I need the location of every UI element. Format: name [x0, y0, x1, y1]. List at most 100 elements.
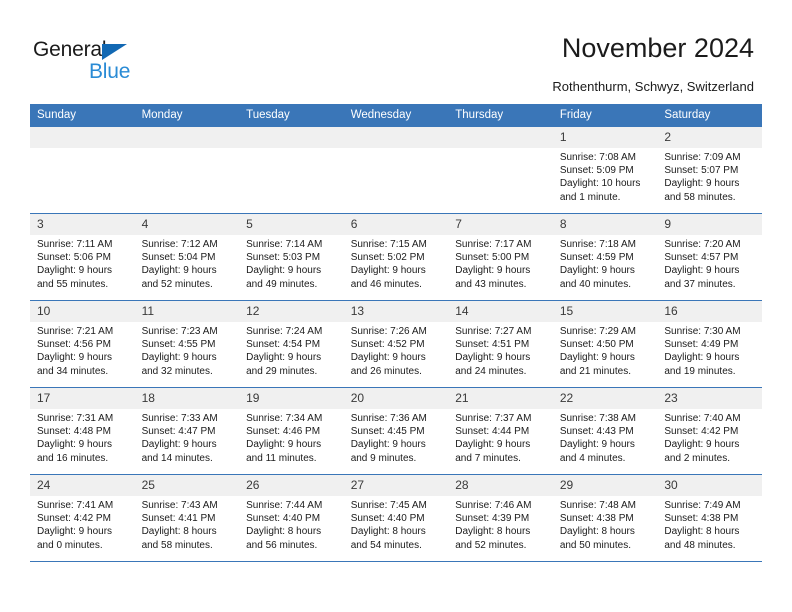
- daylight-text: Daylight: 9 hours and 0 minutes.: [37, 526, 113, 551]
- day-sun-info: Sunrise: 7:43 AM Sunset: 4:41 PM Daylight:…: [135, 496, 240, 552]
- day-number: 16: [657, 301, 762, 322]
- calendar-day-cell[interactable]: 1 Sunrise: 7:08 AM Sunset: 5:09 PM Daylight…: [552, 126, 658, 214]
- calendar-day-cell[interactable]: 5 Sunrise: 7:14 AM Sunset: 5:03 PM Daylight…: [239, 213, 344, 301]
- calendar-day-cell[interactable]: 8 Sunrise: 7:18 AM Sunset: 4:59 PM Daylight…: [552, 213, 658, 301]
- calendar-day-cell[interactable]: 20 Sunrise: 7:36 AM Sunset: 4:45 PM Dayligh…: [343, 387, 449, 475]
- calendar-day-cell[interactable]: 13 Sunrise: 7:26 AM Sunset: 4:52 PM Dayligh…: [343, 300, 449, 388]
- day-number: 21: [448, 388, 553, 409]
- calendar-day-cell[interactable]: 9 Sunrise: 7:20 AM Sunset: 4:57 PM Daylight…: [657, 213, 762, 301]
- sunrise-text: Sunrise: 7:18 AM: [559, 239, 636, 250]
- sunrise-text: Sunrise: 7:38 AM: [559, 413, 636, 424]
- sunrise-text: Sunrise: 7:49 AM: [664, 500, 741, 511]
- day-number: [134, 127, 240, 148]
- sunset-text: Sunset: 5:02 PM: [350, 252, 425, 264]
- calendar-day-cell[interactable]: 2 Sunrise: 7:09 AM Sunset: 5:07 PM Daylight…: [657, 126, 762, 214]
- daylight-text: Daylight: 9 hours and 52 minutes.: [141, 265, 217, 290]
- calendar-week-row: 1 Sunrise: 7:08 AM Sunset: 5:09 PM Daylight…: [30, 126, 762, 214]
- sunrise-text: Sunrise: 7:30 AM: [664, 326, 741, 337]
- daylight-text: Daylight: 9 hours and 4 minutes.: [559, 439, 635, 464]
- day-sun-info: Sunrise: 7:24 AM Sunset: 4:54 PM Daylight:…: [239, 322, 344, 378]
- daylight-text: Daylight: 9 hours and 32 minutes.: [141, 352, 217, 377]
- calendar-day-cell[interactable]: 23 Sunrise: 7:40 AM Sunset: 4:42 PM Dayligh…: [657, 387, 762, 475]
- weekday-header-monday: Monday: [134, 104, 240, 127]
- calendar-day-cell[interactable]: 19 Sunrise: 7:34 AM Sunset: 4:46 PM Dayligh…: [239, 387, 344, 475]
- page-subtitle: Rothenthurm, Schwyz, Switzerland: [552, 79, 754, 94]
- calendar-day-cell[interactable]: 7 Sunrise: 7:17 AM Sunset: 5:00 PM Daylight…: [448, 213, 553, 301]
- sunset-text: Sunset: 4:42 PM: [37, 513, 111, 525]
- day-sun-info: Sunrise: 7:17 AM Sunset: 5:00 PM Daylight:…: [448, 235, 553, 291]
- daylight-text: Daylight: 9 hours and 9 minutes.: [350, 439, 426, 464]
- logo[interactable]: General Blue: [33, 38, 173, 83]
- weekday-header-thursday: Thursday: [448, 104, 553, 127]
- calendar-day-cell[interactable]: 10 Sunrise: 7:21 AM Sunset: 4:56 PM Dayligh…: [30, 300, 135, 388]
- calendar-day-cell-empty: [448, 126, 553, 214]
- sunrise-text: Sunrise: 7:24 AM: [246, 326, 323, 337]
- calendar-day-cell[interactable]: 28 Sunrise: 7:46 AM Sunset: 4:39 PM Dayligh…: [448, 474, 553, 562]
- weekday-header-sunday: Sunday: [30, 104, 135, 127]
- sunset-text: Sunset: 4:41 PM: [141, 513, 216, 525]
- sunset-text: Sunset: 5:07 PM: [664, 165, 739, 177]
- sunset-text: Sunset: 4:50 PM: [559, 339, 634, 351]
- day-number: 8: [552, 214, 658, 235]
- calendar-day-cell[interactable]: 14 Sunrise: 7:27 AM Sunset: 4:51 PM Dayligh…: [448, 300, 553, 388]
- logo-text-blue: Blue: [89, 60, 131, 83]
- daylight-text: Daylight: 9 hours and 34 minutes.: [37, 352, 113, 377]
- sunset-text: Sunset: 4:55 PM: [141, 339, 216, 351]
- calendar-day-cell[interactable]: 21 Sunrise: 7:37 AM Sunset: 4:44 PM Dayligh…: [448, 387, 553, 475]
- calendar-day-cell[interactable]: 17 Sunrise: 7:31 AM Sunset: 4:48 PM Dayligh…: [30, 387, 135, 475]
- sunrise-text: Sunrise: 7:09 AM: [664, 152, 741, 163]
- calendar-day-cell[interactable]: 3 Sunrise: 7:11 AM Sunset: 5:06 PM Daylight…: [30, 213, 135, 301]
- weekday-header-friday: Friday: [552, 104, 658, 127]
- calendar-page: General Blue November 2024 Rothenthurm, …: [0, 0, 792, 612]
- calendar-day-cell[interactable]: 16 Sunrise: 7:30 AM Sunset: 4:49 PM Dayligh…: [657, 300, 762, 388]
- sunset-text: Sunset: 4:38 PM: [664, 513, 739, 525]
- daylight-text: Daylight: 9 hours and 7 minutes.: [455, 439, 531, 464]
- sunset-text: Sunset: 5:00 PM: [455, 252, 530, 264]
- sunrise-text: Sunrise: 7:41 AM: [37, 500, 114, 511]
- weekday-header-wednesday: Wednesday: [343, 104, 449, 127]
- sunrise-text: Sunrise: 7:34 AM: [246, 413, 323, 424]
- daylight-text: Daylight: 9 hours and 2 minutes.: [664, 439, 740, 464]
- sunset-text: Sunset: 4:47 PM: [141, 426, 216, 438]
- daylight-text: Daylight: 9 hours and 49 minutes.: [246, 265, 322, 290]
- calendar-day-cell[interactable]: 6 Sunrise: 7:15 AM Sunset: 5:02 PM Daylight…: [343, 213, 449, 301]
- calendar-day-cell[interactable]: 4 Sunrise: 7:12 AM Sunset: 5:04 PM Daylight…: [134, 213, 240, 301]
- calendar-day-cell[interactable]: 15 Sunrise: 7:29 AM Sunset: 4:50 PM Dayligh…: [552, 300, 658, 388]
- calendar-day-cell[interactable]: 18 Sunrise: 7:33 AM Sunset: 4:47 PM Dayligh…: [134, 387, 240, 475]
- day-number: 3: [30, 214, 135, 235]
- calendar-table: Sunday Monday Tuesday Wednesday Thursday…: [30, 104, 762, 562]
- calendar-day-cell[interactable]: 22 Sunrise: 7:38 AM Sunset: 4:43 PM Dayligh…: [552, 387, 658, 475]
- sunset-text: Sunset: 4:57 PM: [664, 252, 739, 264]
- day-number: 7: [448, 214, 553, 235]
- calendar-day-cell[interactable]: 12 Sunrise: 7:24 AM Sunset: 4:54 PM Dayligh…: [239, 300, 344, 388]
- daylight-text: Daylight: 9 hours and 26 minutes.: [350, 352, 426, 377]
- daylight-text: Daylight: 9 hours and 11 minutes.: [246, 439, 322, 464]
- calendar-day-cell-empty: [343, 126, 449, 214]
- day-sun-info: Sunrise: 7:20 AM Sunset: 4:57 PM Daylight:…: [657, 235, 762, 291]
- sunrise-text: Sunrise: 7:11 AM: [37, 239, 113, 250]
- calendar-week-row: 24 Sunrise: 7:41 AM Sunset: 4:42 PM Dayligh…: [30, 474, 762, 562]
- calendar-day-cell[interactable]: 25 Sunrise: 7:43 AM Sunset: 4:41 PM Dayligh…: [134, 474, 240, 562]
- daylight-text: Daylight: 8 hours and 52 minutes.: [455, 526, 531, 551]
- calendar-day-cell[interactable]: 11 Sunrise: 7:23 AM Sunset: 4:55 PM Dayligh…: [134, 300, 240, 388]
- daylight-text: Daylight: 10 hours and 1 minute.: [559, 178, 641, 203]
- day-number: 14: [448, 301, 553, 322]
- calendar-day-cell[interactable]: 27 Sunrise: 7:45 AM Sunset: 4:40 PM Dayligh…: [343, 474, 449, 562]
- day-number: 23: [657, 388, 762, 409]
- logo-triangle-icon: [102, 44, 127, 60]
- calendar-day-cell[interactable]: 26 Sunrise: 7:44 AM Sunset: 4:40 PM Dayligh…: [239, 474, 344, 562]
- day-sun-info: Sunrise: 7:34 AM Sunset: 4:46 PM Daylight:…: [239, 409, 344, 465]
- calendar-day-cell[interactable]: 29 Sunrise: 7:48 AM Sunset: 4:38 PM Dayligh…: [552, 474, 658, 562]
- day-sun-info: Sunrise: 7:23 AM Sunset: 4:55 PM Daylight:…: [135, 322, 240, 378]
- day-sun-info: Sunrise: 7:08 AM Sunset: 5:09 PM Daylight:…: [553, 148, 658, 204]
- weekday-header-tuesday: Tuesday: [239, 104, 344, 127]
- daylight-text: Daylight: 8 hours and 54 minutes.: [350, 526, 426, 551]
- calendar-day-cell[interactable]: 24 Sunrise: 7:41 AM Sunset: 4:42 PM Dayligh…: [30, 474, 135, 562]
- calendar-day-cell[interactable]: 30 Sunrise: 7:49 AM Sunset: 4:38 PM Dayligh…: [657, 474, 762, 562]
- sunset-text: Sunset: 4:42 PM: [664, 426, 739, 438]
- sunset-text: Sunset: 4:40 PM: [246, 513, 321, 525]
- daylight-text: Daylight: 9 hours and 37 minutes.: [664, 265, 740, 290]
- day-sun-info: Sunrise: 7:15 AM Sunset: 5:02 PM Daylight:…: [344, 235, 449, 291]
- day-sun-info: Sunrise: 7:12 AM Sunset: 5:04 PM Daylight:…: [135, 235, 240, 291]
- sunset-text: Sunset: 4:51 PM: [455, 339, 530, 351]
